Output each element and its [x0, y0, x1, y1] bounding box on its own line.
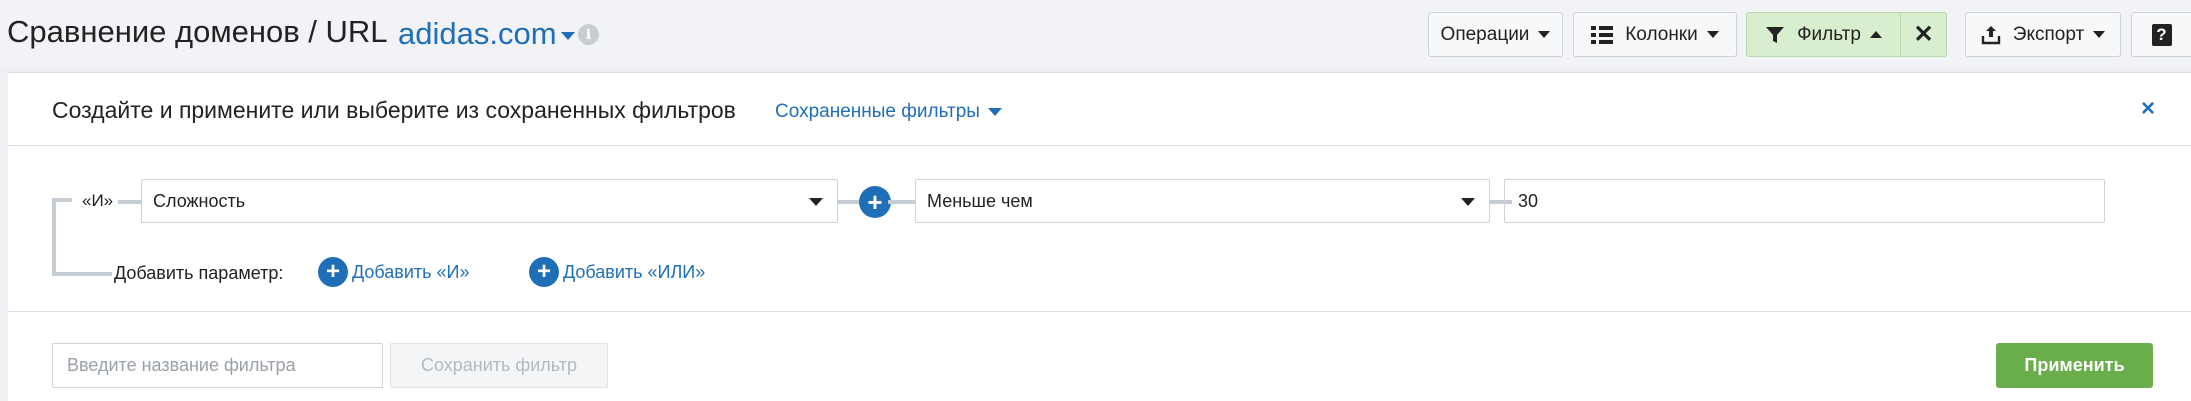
help-button[interactable]: ?: [2131, 12, 2191, 57]
page-header: Сравнение доменов / URL adidas.com i Опе…: [0, 0, 2191, 68]
add-and-label: Добавить «И»: [352, 261, 470, 282]
chevron-down-icon: [809, 198, 823, 206]
columns-label: Колонки: [1625, 23, 1698, 45]
chevron-down-icon: [1706, 31, 1719, 38]
filter-icon: [1765, 25, 1785, 45]
add-param-label: Добавить параметр:: [114, 263, 284, 283]
value-input[interactable]: 30: [1504, 179, 2105, 223]
add-or-button[interactable]: + Добавить «ИЛИ»: [529, 256, 705, 288]
operations-button[interactable]: Операции: [1428, 12, 1563, 57]
chevron-down-icon: [987, 108, 1002, 116]
divider: [8, 311, 2191, 312]
filter-panel-title: Создайте и примените или выберите из сох…: [52, 97, 736, 123]
apply-button[interactable]: Применить: [1996, 343, 2153, 388]
filter-name-input[interactable]: [52, 343, 383, 388]
add-or-label: Добавить «ИЛИ»: [563, 261, 706, 282]
saved-filters-dropdown[interactable]: Сохраненные фильтры: [775, 101, 1002, 123]
clear-filter-button[interactable]: ✕: [1900, 12, 1947, 57]
plus-icon: +: [318, 257, 348, 287]
value-input-text: 30: [1518, 190, 1539, 211]
domain-label: adidas.com: [398, 16, 557, 51]
chevron-down-icon: [560, 32, 575, 40]
export-button[interactable]: Экспорт: [1965, 12, 2121, 57]
domain-selector[interactable]: adidas.com: [398, 14, 575, 54]
tree-line: [52, 198, 72, 202]
close-icon: ✕: [1913, 21, 1934, 48]
filter-label: Фильтр: [1797, 23, 1861, 45]
plus-icon: +: [529, 257, 559, 287]
field-select[interactable]: Сложность: [141, 179, 838, 223]
field-select-value: Сложность: [153, 190, 246, 211]
columns-button[interactable]: Колонки: [1573, 12, 1737, 57]
chevron-up-icon: [1869, 31, 1882, 38]
operator-select-value: Меньше чем: [927, 190, 1033, 211]
add-condition-button[interactable]: +: [859, 186, 891, 218]
saved-filters-label: Сохраненные фильтры: [775, 101, 980, 122]
upload-icon: [1981, 25, 2001, 45]
close-panel-button[interactable]: ×: [2141, 95, 2155, 123]
help-icon: ?: [2151, 23, 2172, 46]
info-icon[interactable]: i: [578, 24, 599, 45]
save-filter-button[interactable]: Сохранить фильтр: [390, 343, 608, 388]
chevron-down-icon: [1538, 31, 1551, 38]
filter-panel: Создайте и примените или выберите из сох…: [8, 72, 2191, 401]
filter-button[interactable]: Фильтр: [1746, 12, 1901, 57]
add-and-button[interactable]: + Добавить «И»: [318, 256, 470, 288]
tree-line: [52, 272, 112, 276]
chevron-down-icon: [2093, 31, 2106, 38]
export-label: Экспорт: [2012, 23, 2085, 45]
columns-icon: [1591, 25, 1614, 45]
chevron-down-icon: [1461, 198, 1475, 206]
tree-line: [52, 198, 56, 275]
tree-line: [118, 200, 142, 204]
plus-icon: +: [867, 186, 883, 217]
operator-select[interactable]: Меньше чем: [915, 179, 1490, 223]
filter-panel-header: Создайте и примените или выберите из сох…: [8, 73, 2191, 146]
operations-label: Операции: [1440, 23, 1530, 45]
page-title: Сравнение доменов / URL: [7, 14, 388, 49]
and-logic-label: «И»: [82, 191, 114, 210]
